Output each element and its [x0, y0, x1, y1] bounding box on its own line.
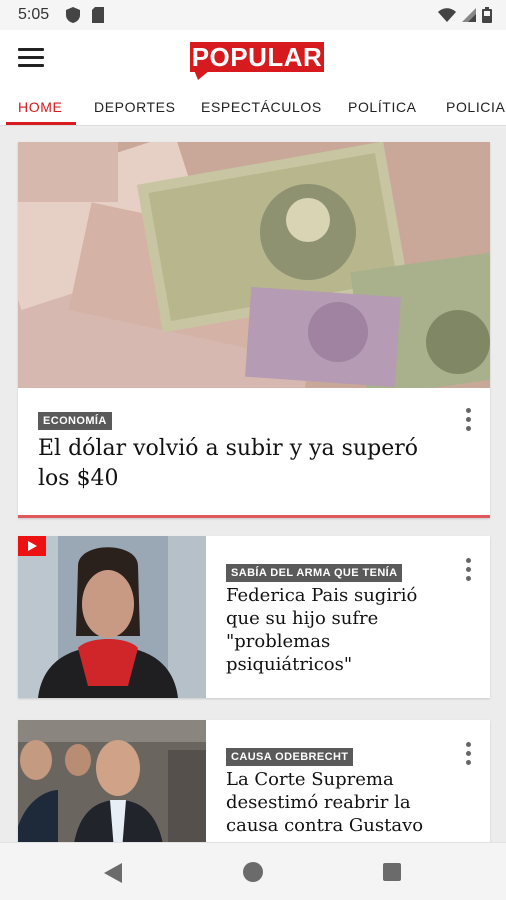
category-tabs: HOME DEPORTES ESPECTÁCULOS POLÍTICA POLI… — [0, 90, 506, 126]
category-tag[interactable]: ECONOMÍA — [38, 412, 112, 430]
article-headline[interactable]: El dólar volvió a subir y ya superó los … — [38, 434, 438, 494]
men-group-photo — [18, 720, 206, 850]
tab-deportes[interactable]: DEPORTES — [94, 99, 176, 115]
video-play-icon — [18, 536, 46, 556]
active-tab-indicator — [6, 122, 76, 125]
article-headline[interactable]: La Corte Suprema desestimó reabrir la ca… — [226, 768, 446, 837]
tab-espectaculos[interactable]: ESPECTÁCULOS — [201, 99, 322, 115]
recents-icon[interactable] — [383, 863, 401, 881]
more-options-icon[interactable] — [462, 558, 474, 584]
featured-article-card[interactable]: ECONOMÍA El dólar volvió a subir y ya su… — [18, 142, 490, 518]
article-headline[interactable]: Federica Pais sugirió que su hijo sufre … — [226, 584, 446, 676]
hamburger-menu-icon[interactable] — [18, 48, 44, 70]
article-card[interactable]: SABÍA DEL ARMA QUE TENÍA Federica Pais s… — [18, 536, 490, 698]
status-time: 5:05 — [18, 6, 50, 23]
popular-logo[interactable]: POPULAR — [190, 42, 324, 80]
logo-tail-icon — [194, 70, 210, 80]
category-tag[interactable]: CAUSA ODEBRECHT — [226, 748, 354, 766]
app-bar: POPULAR — [0, 30, 506, 90]
tab-politica[interactable]: POLÍTICA — [348, 99, 417, 115]
signal-icon — [462, 8, 476, 27]
tab-home[interactable]: HOME — [18, 99, 62, 115]
logo-text: POPULAR — [190, 42, 324, 72]
back-icon[interactable] — [104, 863, 122, 888]
tab-policiales[interactable]: POLICIALES — [446, 99, 506, 115]
more-options-icon[interactable] — [462, 408, 474, 434]
woman-portrait-photo — [18, 536, 206, 698]
system-nav-bar — [0, 842, 506, 900]
battery-icon — [482, 7, 492, 28]
more-options-icon[interactable] — [462, 742, 474, 768]
wifi-icon — [438, 8, 456, 27]
shield-icon — [66, 7, 80, 28]
sd-card-icon — [92, 7, 104, 28]
money-banknotes-photo — [18, 142, 490, 388]
category-tag[interactable]: SABÍA DEL ARMA QUE TENÍA — [226, 564, 403, 582]
status-bar: 5:05 — [0, 0, 506, 30]
article-card[interactable]: CAUSA ODEBRECHT La Corte Suprema desesti… — [18, 720, 490, 850]
home-icon[interactable] — [243, 862, 263, 882]
